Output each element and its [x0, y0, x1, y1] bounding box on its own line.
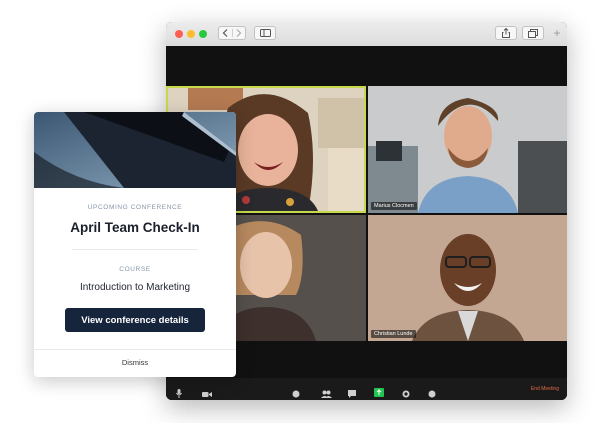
reactions-icon[interactable] [428, 385, 436, 400]
chat-icon[interactable] [348, 385, 356, 400]
course-label: COURSE [119, 266, 151, 273]
participant-name-tag-4: Christian Lunde [371, 330, 416, 338]
participants-icon[interactable] [321, 385, 332, 400]
close-window-button[interactable] [175, 30, 183, 38]
share-screen-icon[interactable] [374, 384, 384, 400]
end-meeting-button[interactable]: End Meeting [531, 386, 559, 392]
browser-titlebar: + [166, 22, 567, 47]
participant-tile-4[interactable]: Christian Lunde [368, 215, 567, 341]
new-tab-icon[interactable]: + [551, 26, 563, 40]
meeting-toolbar: End Meeting [166, 378, 567, 400]
microphone-icon[interactable] [176, 385, 182, 400]
participant-video-4 [368, 215, 567, 341]
maximize-window-button[interactable] [199, 30, 207, 38]
video-camera-icon[interactable] [202, 385, 212, 400]
conference-card-image [34, 112, 236, 188]
card-footer: Dismiss [34, 349, 236, 377]
record-icon[interactable] [402, 385, 410, 400]
upcoming-conference-label: UPCOMING CONFERENCE [87, 204, 183, 211]
divider [72, 249, 198, 250]
participant-name-tag-2: Marius Clocmen [371, 202, 417, 210]
minimize-window-button[interactable] [187, 30, 195, 38]
view-conference-details-button[interactable]: View conference details [65, 308, 205, 332]
dismiss-button[interactable]: Dismiss [34, 358, 236, 367]
share-icon[interactable] [495, 26, 517, 40]
sidebar-icon[interactable] [254, 26, 276, 40]
forward-icon[interactable] [233, 29, 246, 37]
security-icon[interactable] [292, 385, 300, 400]
conference-card: UPCOMING CONFERENCE April Team Check-In … [34, 112, 236, 377]
history-nav-group [218, 26, 246, 40]
conference-title: April Team Check-In [70, 220, 200, 235]
participant-video-2 [368, 86, 567, 213]
back-icon[interactable] [219, 29, 233, 37]
participant-tile-2[interactable]: Marius Clocmen [368, 86, 567, 213]
tabs-icon[interactable] [522, 26, 544, 40]
course-name: Introduction to Marketing [79, 282, 191, 293]
